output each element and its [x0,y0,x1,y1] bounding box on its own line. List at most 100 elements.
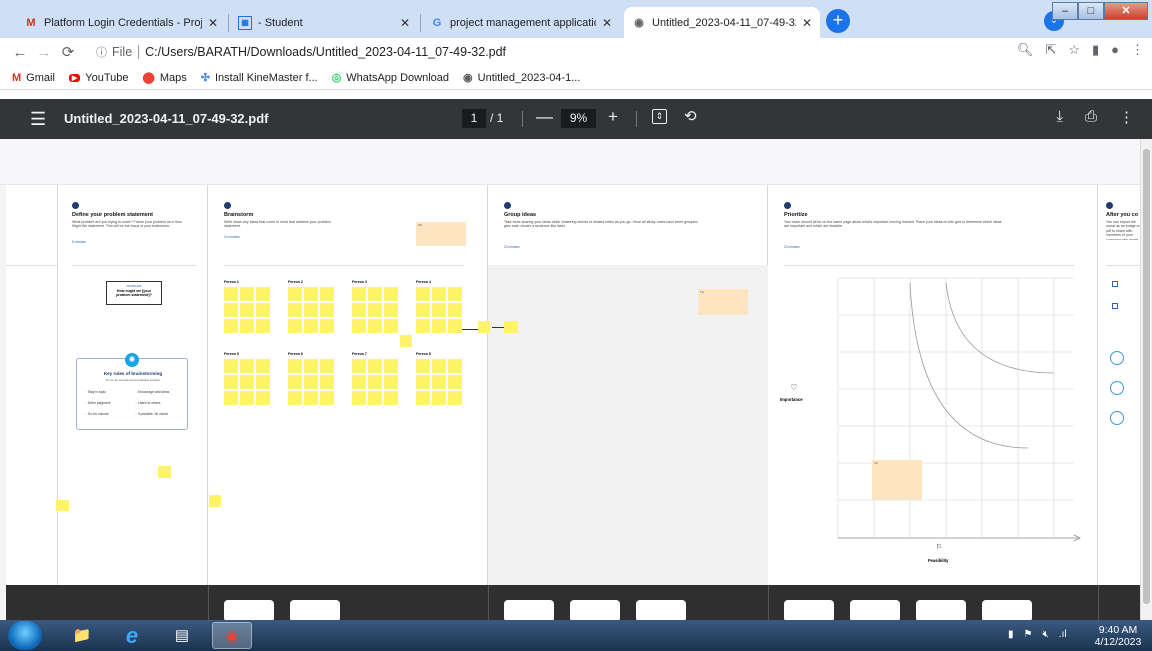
heart-icon: ♡ [790,383,798,392]
bookmark-untitled[interactable]: ◉ Untitled_2023-04-1... [463,71,580,85]
close-icon[interactable]: ✕ [802,16,812,30]
tab-student[interactable]: ▦ - Student ✕ [230,7,418,38]
sticky-note [352,303,366,317]
sticky-note [256,375,270,389]
info-icon[interactable]: ⓘ [96,44,107,60]
sticky-note [432,375,446,389]
menu-kebab-icon[interactable]: ⋮ [1131,42,1144,58]
template-icon [1110,381,1124,395]
scrollbar[interactable] [1140,139,1152,620]
bookmark-maps[interactable]: ⬤ Maps [142,71,187,85]
page-total: / 1 [490,111,504,125]
fit-page-icon[interactable]: ⇕ [652,109,667,124]
close-icon[interactable]: ✕ [208,16,218,30]
sticky-note [158,466,171,478]
minimize-button[interactable]: – [1052,2,1078,20]
file-explorer-icon[interactable]: 📁 [62,622,102,649]
new-tab-button[interactable]: + [826,9,850,33]
bookmark-gmail[interactable]: M Gmail [12,72,55,84]
section-group-ideas: Group ideas Take turns sharing your idea… [488,185,768,585]
sticky-note [224,359,238,373]
hamburger-menu-icon[interactable]: ☰ [30,109,46,130]
more-options-icon[interactable]: ⋮ [1119,108,1134,126]
bookmark-kinemaster[interactable]: ✣ Install KineMaster f... [201,71,318,85]
sticky-note [320,359,334,373]
step-5-icon [1106,202,1113,209]
sticky-note [224,391,238,405]
close-icon[interactable]: ✕ [400,16,410,30]
sticky-note [416,287,430,301]
close-icon[interactable]: ✕ [602,16,612,30]
bookmarks-bar: M Gmail ▶ YouTube ⬤ Maps ✣ Install KineMaste… [0,66,1152,90]
sticky-note [504,321,518,333]
zoom-in-button[interactable]: + [608,107,618,127]
sticky-note [304,359,318,373]
thumbnail-card [224,600,274,620]
rotate-icon[interactable]: ⟲ [684,107,697,125]
lightbulb-icon: ✺ [125,353,139,367]
network-icon[interactable]: .ıl [1059,629,1067,640]
sticky-note [320,391,334,405]
zoom-out-button[interactable]: — [536,107,553,127]
documents-app-icon[interactable]: ▤ [162,622,202,649]
thumbnail-card [916,600,966,620]
rule-item: ◌ Go for volume [85,412,109,416]
rule-item: ◌ Encourage wild ideas [135,390,170,394]
volume-muted-icon[interactable]: 🔇︎ [1042,629,1048,640]
sticky-note [288,319,302,333]
reload-icon[interactable]: ⟳ [56,43,80,61]
sidepanel-icon[interactable]: ▮ [1092,42,1099,58]
section-brainstorm: Brainstorm Write down any ideas that com… [208,185,488,585]
chrome-icon[interactable]: ◉ [212,622,252,649]
sticky-note [352,391,366,405]
sticky-note [352,359,366,373]
key-rules-card: ✺ Key rules of brainstorming To run an s… [76,353,188,430]
forward-icon[interactable]: → [32,44,56,61]
step-2-icon [224,202,231,209]
sticky-note [224,375,238,389]
sticky-note [448,359,462,373]
step-4-icon [784,202,791,209]
clock[interactable]: 9:40 AM 4/12/2023 [1090,624,1146,648]
battery-icon[interactable]: ▮ [1008,629,1014,640]
priority-grid [837,277,1081,542]
tab-platform-login[interactable]: M Platform Login Credentials - Proj ✕ [16,7,226,38]
start-button[interactable] [8,621,42,650]
sticky-note [416,391,430,405]
bookmark-star-icon[interactable]: ☆ [1068,42,1080,58]
maximize-button[interactable]: □ [1078,2,1104,20]
share-icon[interactable]: ⇱ [1045,42,1056,58]
flag-icon[interactable]: ⚑ [1024,629,1033,640]
back-icon[interactable]: ← [8,44,32,61]
sticky-note [256,319,270,333]
windows-taskbar: 📁 e ▤ ◉ ▮ ⚑ 🔇︎ .ıl 9:40 AM 4/12/2023 [0,620,1152,651]
rule-item: ◌ If possible, be visual [135,412,168,416]
print-icon[interactable]: ⎙ [1085,108,1097,126]
globe-icon: ◉ [634,17,644,29]
sticky-note [384,319,398,333]
bookmark-youtube[interactable]: ▶ YouTube [68,72,129,84]
checkbox-icon [1112,303,1118,309]
internet-explorer-icon[interactable]: e [112,622,152,649]
pdf-viewer[interactable]: Define your problem statement What probl… [0,139,1152,620]
thumbnail-card [290,600,340,620]
sticky-note [448,303,462,317]
bookmark-whatsapp[interactable]: ◎ WhatsApp Download [332,71,449,85]
sticky-note [240,359,254,373]
zoom-input[interactable]: 9% [561,109,596,128]
sticky-note [384,391,398,405]
tab-project-management[interactable]: G project management application ✕ [422,7,620,38]
sticky-note [288,375,302,389]
address-bar[interactable]: ⓘ File C:/Users/BARATH/Downloads/Untitle… [96,41,996,63]
close-window-button[interactable]: ✕ [1104,2,1148,20]
tab-untitled-pdf[interactable]: ◉ Untitled_2023-04-11_07-49-32.p ✕ [624,7,820,38]
sticky-note [352,375,366,389]
sticky-note [448,375,462,389]
profile-avatar-icon[interactable]: ● [1111,42,1119,58]
page-number-input[interactable]: 1 [462,109,486,128]
maps-pin-icon: ⬤ [142,72,155,84]
download-icon[interactable]: ⤓ [1056,108,1063,126]
scrollbar-thumb[interactable] [1143,149,1150,604]
sticky-note [400,335,412,347]
zoom-icon[interactable]: 🔍︎ [1017,42,1034,58]
